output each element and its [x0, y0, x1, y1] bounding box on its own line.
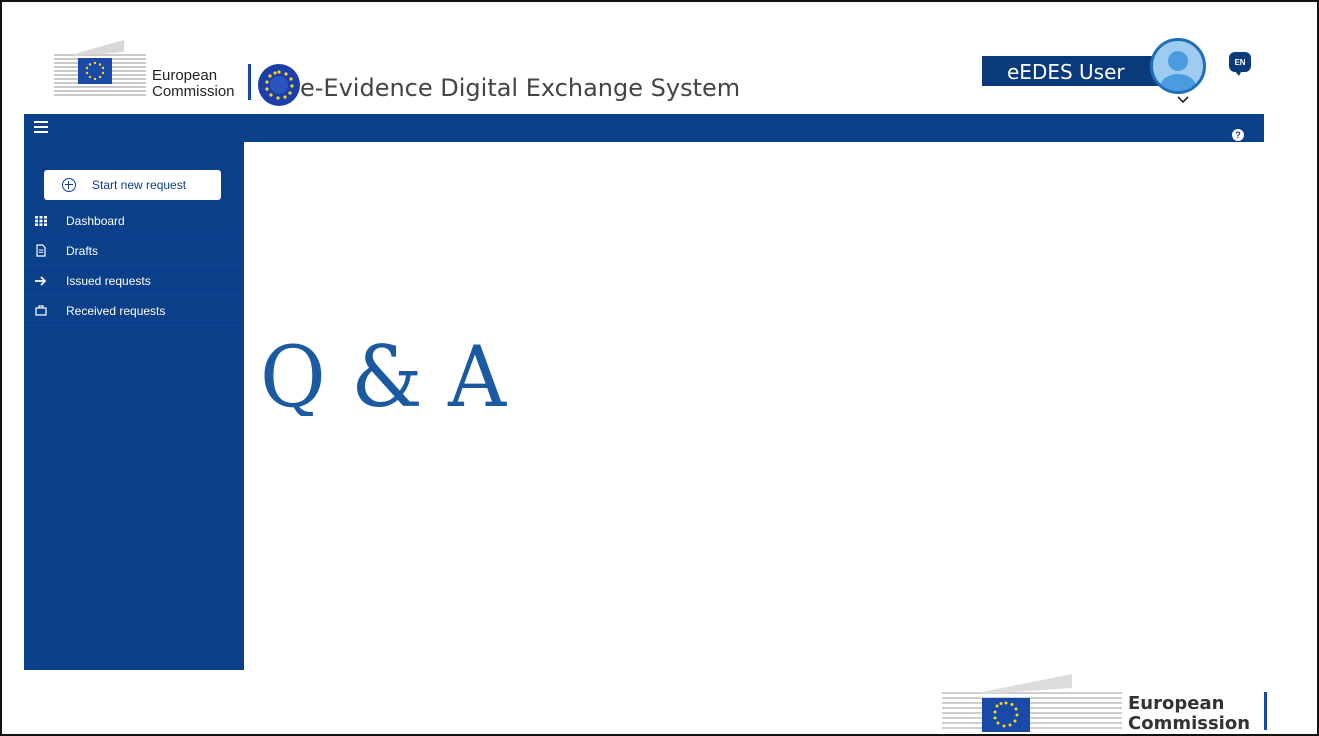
ec-logo-divider: [248, 64, 251, 100]
ec-logo-line1: European: [152, 67, 218, 84]
arrow-right-icon: [34, 274, 48, 288]
ec-logo-line2: Commission: [152, 83, 235, 100]
grid-icon: [34, 214, 48, 228]
chevron-down-icon[interactable]: [1177, 92, 1189, 107]
sidebar: Start new request Dashboard Drafts Issue…: [24, 142, 244, 670]
sidebar-item-label: Issued requests: [66, 273, 151, 288]
european-commission-footer-logo: European Commission: [942, 672, 1272, 736]
sidebar-item-drafts[interactable]: Drafts: [24, 236, 244, 266]
start-new-request-label: Start new request: [92, 178, 187, 192]
sidebar-item-dashboard[interactable]: Dashboard: [24, 206, 244, 236]
sidebar-item-label: Received requests: [66, 303, 166, 318]
sidebar-item-issued-requests[interactable]: Issued requests: [24, 266, 244, 296]
plus-circle-icon: [62, 178, 76, 192]
start-new-request-button[interactable]: Start new request: [44, 170, 221, 200]
european-commission-logo: European Commission: [54, 40, 254, 100]
sidebar-item-label: Dashboard: [66, 213, 125, 228]
ec-logo-text: European Commission: [152, 68, 235, 100]
inbox-icon: [34, 304, 48, 318]
hamburger-menu-icon[interactable]: [34, 121, 48, 133]
language-selector[interactable]: EN: [1229, 52, 1251, 72]
ec-footer-line1: European: [1128, 693, 1225, 714]
ec-footer-divider: [1264, 692, 1267, 730]
qa-heading-text: Q & A: [260, 336, 507, 416]
user-silhouette-icon: [1160, 51, 1196, 91]
sidebar-item-label: Drafts: [66, 243, 99, 258]
user-name-label[interactable]: eEDES User: [982, 56, 1170, 86]
app-header: European Commission e-Evidence Digital E…: [24, 28, 1294, 114]
eedes-globe-icon: [258, 64, 300, 106]
document-icon: [34, 244, 48, 258]
language-bubble-tail: [1234, 70, 1242, 76]
app-title: e-Evidence Digital Exchange System: [300, 74, 741, 102]
sidebar-item-received-requests[interactable]: Received requests: [24, 296, 244, 326]
top-navigation-bar: ?: [24, 114, 1264, 142]
help-icon[interactable]: ?: [1232, 129, 1244, 141]
qa-heading: Q & A: [260, 336, 507, 416]
ec-footer-text: European Commission: [1128, 694, 1250, 734]
ec-footer-line2: Commission: [1128, 713, 1251, 734]
main-content: Q & A: [246, 142, 1262, 670]
user-avatar[interactable]: [1150, 38, 1206, 94]
eu-flag-icon: [78, 58, 112, 84]
sidebar-nav: Dashboard Drafts Issued requests Receive…: [24, 206, 244, 326]
